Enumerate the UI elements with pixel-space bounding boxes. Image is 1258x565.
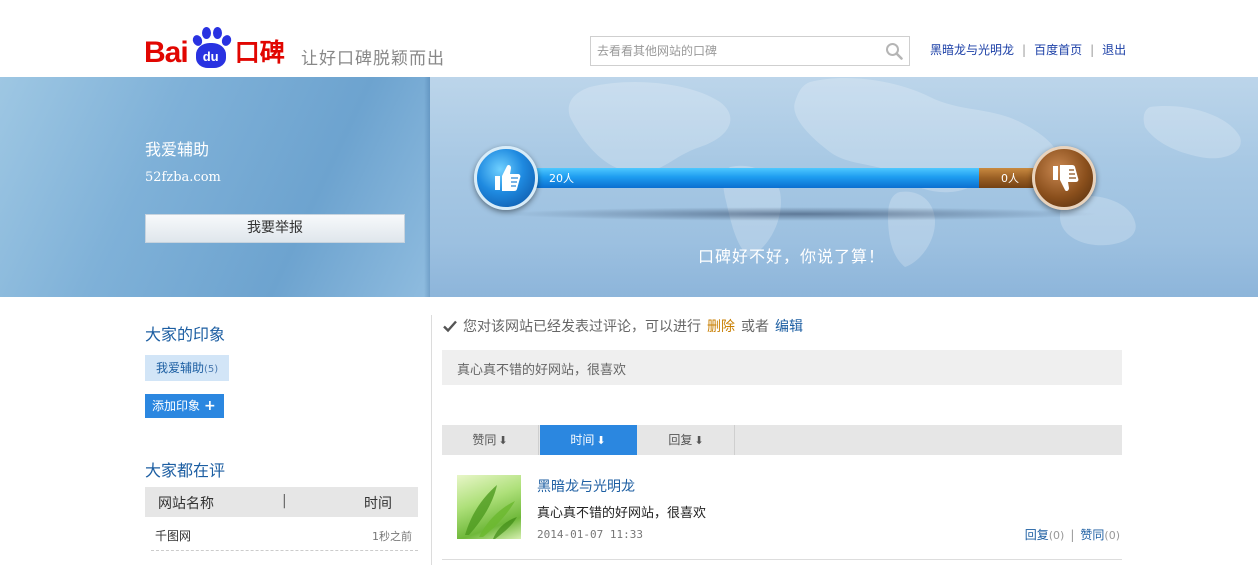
impression-tag-count: (5) [204,364,219,375]
arrow-down-icon: ⬇ [694,434,704,447]
rating-slogan: 口碑好不好，你说了算！ [698,247,886,266]
like-button[interactable] [474,146,538,210]
rating-bar [515,168,1055,188]
link-separator: | [1022,42,1027,57]
site-name: 我爱辅助 [145,140,210,159]
arrow-down-icon: ⬇ [498,434,508,447]
notice-or: 或者 [741,319,769,335]
impression-tag[interactable]: 我爱辅助(5) [145,355,230,381]
comment-text: 真心真不错的好网站，很喜欢 [537,506,707,521]
row-site-name[interactable]: 千图网 [155,527,191,544]
link-separator: | [1090,42,1095,57]
top-links: 黑暗龙与光明龙 | 百度首页 | 退出 [930,41,1126,58]
edit-link[interactable]: 编辑 [775,316,803,336]
report-button[interactable]: 我要举报 [145,214,405,243]
table-row[interactable]: 千图网 1秒之前 [151,517,418,551]
thumbs-up-icon [495,164,521,191]
impression-tag-label: 我爱辅助 [156,361,205,375]
leaf-image [465,485,517,539]
like-bar-fill [515,168,979,188]
search-box [590,36,910,66]
column-divider [431,315,432,565]
col-header-time: 时间 [364,496,392,512]
delete-link[interactable]: 删除 [707,316,735,336]
dislike-count: 0人 [1001,172,1019,185]
search-input[interactable] [591,37,876,65]
review-notice: 您对该网站已经发表过评论，可以进行 删除 或者 编辑 [443,316,803,336]
comment-actions: 回复(0) | 赞同(0) [1025,526,1120,543]
user-link[interactable]: 黑暗龙与光明龙 [930,41,1014,58]
like-count: 20人 [549,172,574,185]
reply-count: (0) [1048,529,1065,542]
logo-koubei-text: 口碑 [234,38,285,67]
my-review-text: 真心真不错的好网站，很喜欢 [442,350,1122,385]
header: Bai du 口碑 让好口碑脱颖而出 黑暗龙与光明龙 | 百度首页 | 退出 [0,0,1258,77]
sort-tab-agree[interactable]: 赞同 ⬇ [442,425,539,455]
baidu-paw-icon: du [189,26,233,68]
add-impression-label: 添加印象 [152,399,201,413]
row-time: 1秒之前 [372,530,412,543]
baidu-home-link[interactable]: 百度首页 [1034,41,1082,58]
site-info-panel: 我爱辅助 52fzba.com 我要举报 [0,77,430,297]
sort-bar: 赞同 ⬇ 时间 ⬇ 回复 ⬇ [442,425,1122,455]
rating-bar-shadow [500,207,1100,221]
search-icon[interactable] [885,42,903,60]
sort-tab-label: 回复 [668,433,693,447]
add-impression-button[interactable]: 添加印象 + [145,394,224,418]
header-slogan: 让好口碑脱颖而出 [301,49,445,69]
logout-link[interactable]: 退出 [1102,41,1126,58]
sort-tab-label: 时间 [570,433,595,447]
agree-count: (0) [1104,529,1120,542]
dislike-button[interactable] [1032,146,1096,210]
thumbs-down-icon [1053,165,1079,192]
avatar[interactable] [457,475,521,539]
sort-tab-time[interactable]: 时间 ⬇ [540,425,637,455]
check-icon [443,320,457,333]
col-header-separator: | [282,493,287,509]
sort-tab-reply[interactable]: 回复 ⬇ [638,425,735,455]
notice-text: 您对该网站已经发表过评论，可以进行 [463,319,701,335]
sort-tab-label: 赞同 [472,433,497,447]
col-header-site-name: 网站名称 [158,496,214,512]
arrow-down-icon: ⬇ [596,434,606,447]
comment-time: 2014-01-07 11:33 [537,528,643,541]
comment-username[interactable]: 黑暗龙与光明龙 [537,476,635,496]
site-url: 52fzba.com [145,170,221,185]
logo-du-text: du [202,49,219,64]
evaluating-title: 大家都在评 [145,461,226,480]
rating-panel: 20人 0人 口碑好不好，你说了算！ [430,77,1258,297]
comment-item: 黑暗龙与光明龙 真心真不错的好网站，很喜欢 2014-01-07 11:33 回… [442,464,1122,560]
baidu-koubei-logo[interactable]: Bai du 口碑 [144,22,285,68]
logo-bai-text: Bai [144,36,189,69]
impressions-title: 大家的印象 [145,325,226,344]
plus-icon: + [204,398,216,414]
reply-link[interactable]: 回复 [1025,528,1049,542]
agree-link[interactable]: 赞同 [1080,528,1104,542]
action-separator: | [1070,528,1075,542]
sidebar: 大家的印象 我爱辅助(5) 添加印象 + 大家都在评 网站名称 | 时间 千图网 … [145,297,420,565]
evaluating-table-header: 网站名称 | 时间 [145,487,418,517]
